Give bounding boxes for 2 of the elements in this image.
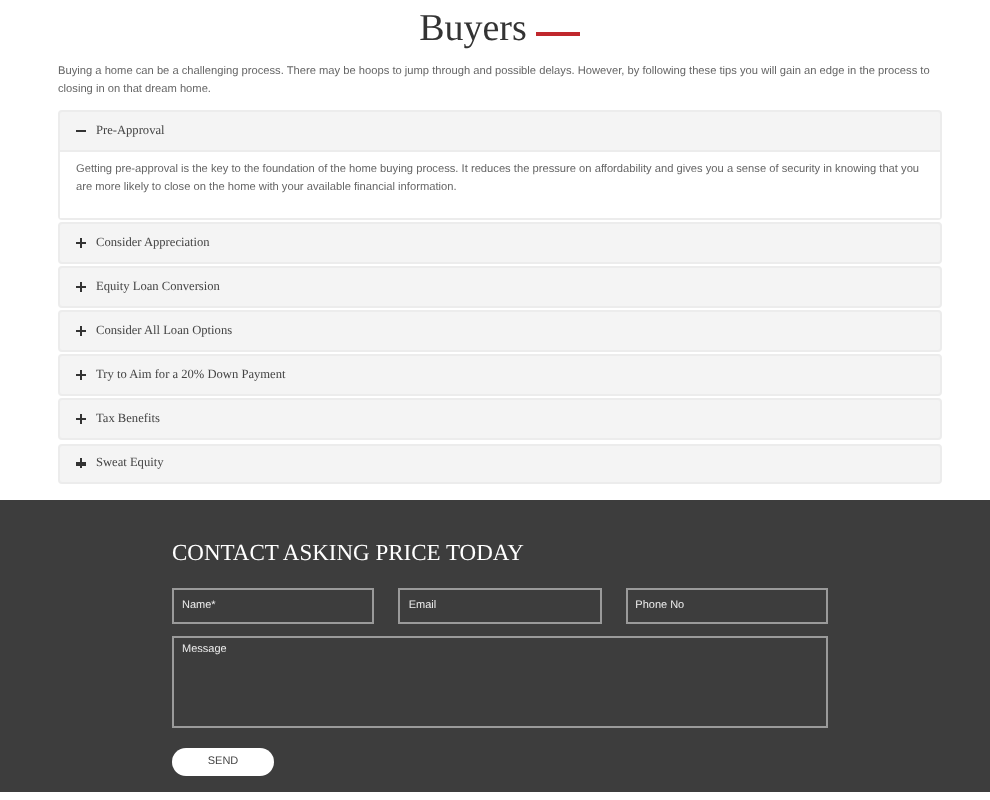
contact-title: CONTACT ASKING PRICE TODAY — [172, 539, 526, 568]
page-heading: Buyers — [419, 8, 527, 52]
